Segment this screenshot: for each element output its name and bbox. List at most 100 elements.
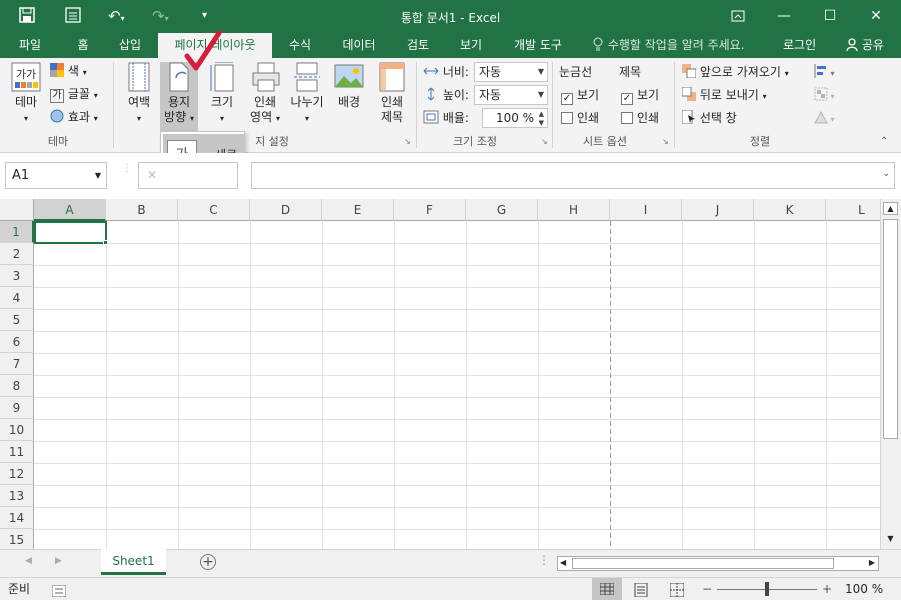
column-header-l[interactable]: L — [826, 199, 880, 221]
scroll-right-icon[interactable]: ▶ — [869, 558, 875, 567]
row-header-9[interactable]: 9 — [0, 397, 34, 419]
zoom-in-icon[interactable]: + — [822, 578, 832, 600]
selection-pane-icon — [681, 109, 696, 125]
zoom-slider-thumb[interactable] — [765, 582, 769, 596]
tab-view[interactable]: 보기 — [450, 33, 492, 58]
page-layout-view-icon[interactable] — [634, 582, 648, 604]
horizontal-scrollbar[interactable]: ◀ ▶ — [557, 556, 879, 571]
row-header-7[interactable]: 7 — [0, 353, 34, 375]
scroll-thumb[interactable] — [883, 219, 898, 439]
row-header-2[interactable]: 2 — [0, 243, 34, 265]
row-header-11[interactable]: 11 — [0, 441, 34, 463]
column-header-c[interactable]: C — [178, 199, 250, 221]
name-box[interactable]: A1 ▼ — [5, 162, 107, 189]
column-header-i[interactable]: I — [610, 199, 682, 221]
column-header-b[interactable]: B — [106, 199, 178, 221]
dialog-launcher-icon[interactable]: ↘ — [662, 137, 669, 146]
row-header-4[interactable]: 4 — [0, 287, 34, 309]
column-header-j[interactable]: J — [682, 199, 754, 221]
minimize-button[interactable]: — — [761, 0, 807, 33]
colors-button[interactable]: 색 ▾ — [50, 62, 87, 82]
vertical-scrollbar[interactable]: ▲ ▼ — [880, 199, 901, 549]
tab-file[interactable]: 파일 — [8, 33, 52, 58]
normal-view-button[interactable] — [592, 578, 622, 600]
align-icon[interactable]: ▾ — [814, 63, 835, 83]
print-titles-button[interactable]: 인쇄 제목 — [373, 62, 411, 125]
scroll-left-icon[interactable]: ◀ — [560, 558, 566, 567]
row-header-6[interactable]: 6 — [0, 331, 34, 353]
margins-button[interactable]: 여백 ▾ — [122, 62, 156, 126]
themes-button[interactable]: 가가 테마 ▾ — [8, 62, 44, 126]
cancel-entry-icon[interactable]: ✕ — [138, 162, 238, 189]
width-dropdown[interactable]: 자동 ▼ — [474, 62, 548, 82]
tab-home[interactable]: 홈 — [66, 33, 100, 58]
add-sheet-icon[interactable]: + — [200, 554, 216, 570]
dialog-launcher-icon[interactable]: ↘ — [404, 137, 411, 146]
column-header-h[interactable]: H — [538, 199, 610, 221]
headings-view-checkbox[interactable]: ✓ 보기 — [621, 86, 659, 105]
print-titles-label-2: 제목 — [380, 110, 404, 124]
gridlines-view-checkbox[interactable]: ✓ 보기 — [561, 86, 599, 105]
headings-print-checkbox[interactable]: 인쇄 — [621, 109, 659, 127]
row-header-10[interactable]: 10 — [0, 419, 34, 441]
tab-formulas[interactable]: 수식 — [280, 33, 320, 58]
expand-formula-icon[interactable]: ⌄ — [882, 169, 890, 179]
fonts-button[interactable]: 가 글꼴 ▾ — [50, 85, 98, 105]
send-backward-button[interactable]: 뒤로 보내기 ▾ — [681, 86, 767, 106]
sheet-tab-sheet1[interactable]: Sheet1 — [101, 549, 166, 575]
maximize-button[interactable]: ☐ — [807, 0, 853, 33]
background-button[interactable]: 배경 — [333, 62, 365, 110]
zoom-out-icon[interactable]: − — [702, 578, 712, 600]
row-header-8[interactable]: 8 — [0, 375, 34, 397]
tab-review[interactable]: 검토 — [398, 33, 438, 58]
column-header-e[interactable]: E — [322, 199, 394, 221]
gridlines-print-checkbox[interactable]: 인쇄 — [561, 109, 599, 127]
column-header-g[interactable]: G — [466, 199, 538, 221]
breaks-button[interactable]: 나누기 ▾ — [288, 62, 326, 126]
column-header-d[interactable]: D — [250, 199, 322, 221]
effects-button[interactable]: 효과 ▾ — [50, 108, 98, 128]
column-header-k[interactable]: K — [754, 199, 826, 221]
rotate-icon[interactable]: ▾ — [814, 109, 835, 129]
bring-forward-button[interactable]: 앞으로 가져오기 ▾ — [682, 63, 789, 83]
column-header-f[interactable]: F — [394, 199, 466, 221]
tab-data[interactable]: 데이터 — [334, 33, 384, 58]
scroll-up-icon[interactable]: ▲ — [883, 202, 898, 215]
height-dropdown[interactable]: 자동 ▼ — [474, 85, 548, 105]
hscroll-thumb[interactable] — [572, 558, 834, 569]
column-header-a[interactable]: A — [34, 199, 106, 221]
close-button[interactable]: ✕ — [853, 0, 899, 33]
spinner-arrows-icon[interactable]: ▲ ▼ — [539, 110, 544, 128]
share-button[interactable]: 공유 — [831, 33, 899, 58]
scroll-down-icon[interactable]: ▼ — [883, 533, 898, 546]
row-header-14[interactable]: 14 — [0, 507, 34, 529]
print-area-button[interactable]: 인쇄 영역 ▾ — [246, 62, 284, 126]
active-cell-a1[interactable] — [34, 221, 107, 244]
login-button[interactable]: 로그인 — [783, 33, 816, 58]
row-header-13[interactable]: 13 — [0, 485, 34, 507]
prev-sheet-icon[interactable]: ◀ — [25, 556, 32, 566]
row-header-5[interactable]: 5 — [0, 309, 34, 331]
selection-pane-button[interactable]: 선택 창 — [681, 109, 737, 127]
tab-insert[interactable]: 삽입 — [110, 33, 150, 58]
row-header-1[interactable]: 1 — [0, 221, 34, 243]
tab-developer[interactable]: 개발 도구 — [505, 33, 571, 58]
macro-record-icon[interactable] — [51, 582, 67, 604]
dialog-launcher-icon[interactable]: ↘ — [541, 137, 548, 146]
fill-handle[interactable] — [103, 240, 108, 245]
select-all-corner[interactable] — [0, 199, 34, 221]
tell-me-box[interactable]: 수행할 작업을 알려 주세요. — [592, 33, 745, 58]
formula-input[interactable]: ⌄ — [251, 162, 895, 189]
split-handle-icon[interactable]: ⋮ — [538, 553, 550, 567]
zoom-level[interactable]: 100 % — [845, 578, 883, 600]
row-header-12[interactable]: 12 — [0, 463, 34, 485]
ribbon-display-icon[interactable] — [715, 0, 761, 33]
next-sheet-icon[interactable]: ▶ — [55, 556, 62, 566]
group-objects-icon[interactable]: ▾ — [814, 86, 835, 106]
row-header-3[interactable]: 3 — [0, 265, 34, 287]
worksheet-grid[interactable]: A B C D E F G H I J K L 1 2 3 4 5 6 7 8 … — [0, 199, 880, 549]
page-break-view-icon[interactable] — [669, 582, 685, 604]
collapse-ribbon-icon[interactable]: ⌃ — [880, 136, 888, 147]
row-header-15[interactable]: 15 — [0, 529, 34, 549]
scale-stepper[interactable]: 100 % ▲ ▼ — [482, 108, 548, 128]
